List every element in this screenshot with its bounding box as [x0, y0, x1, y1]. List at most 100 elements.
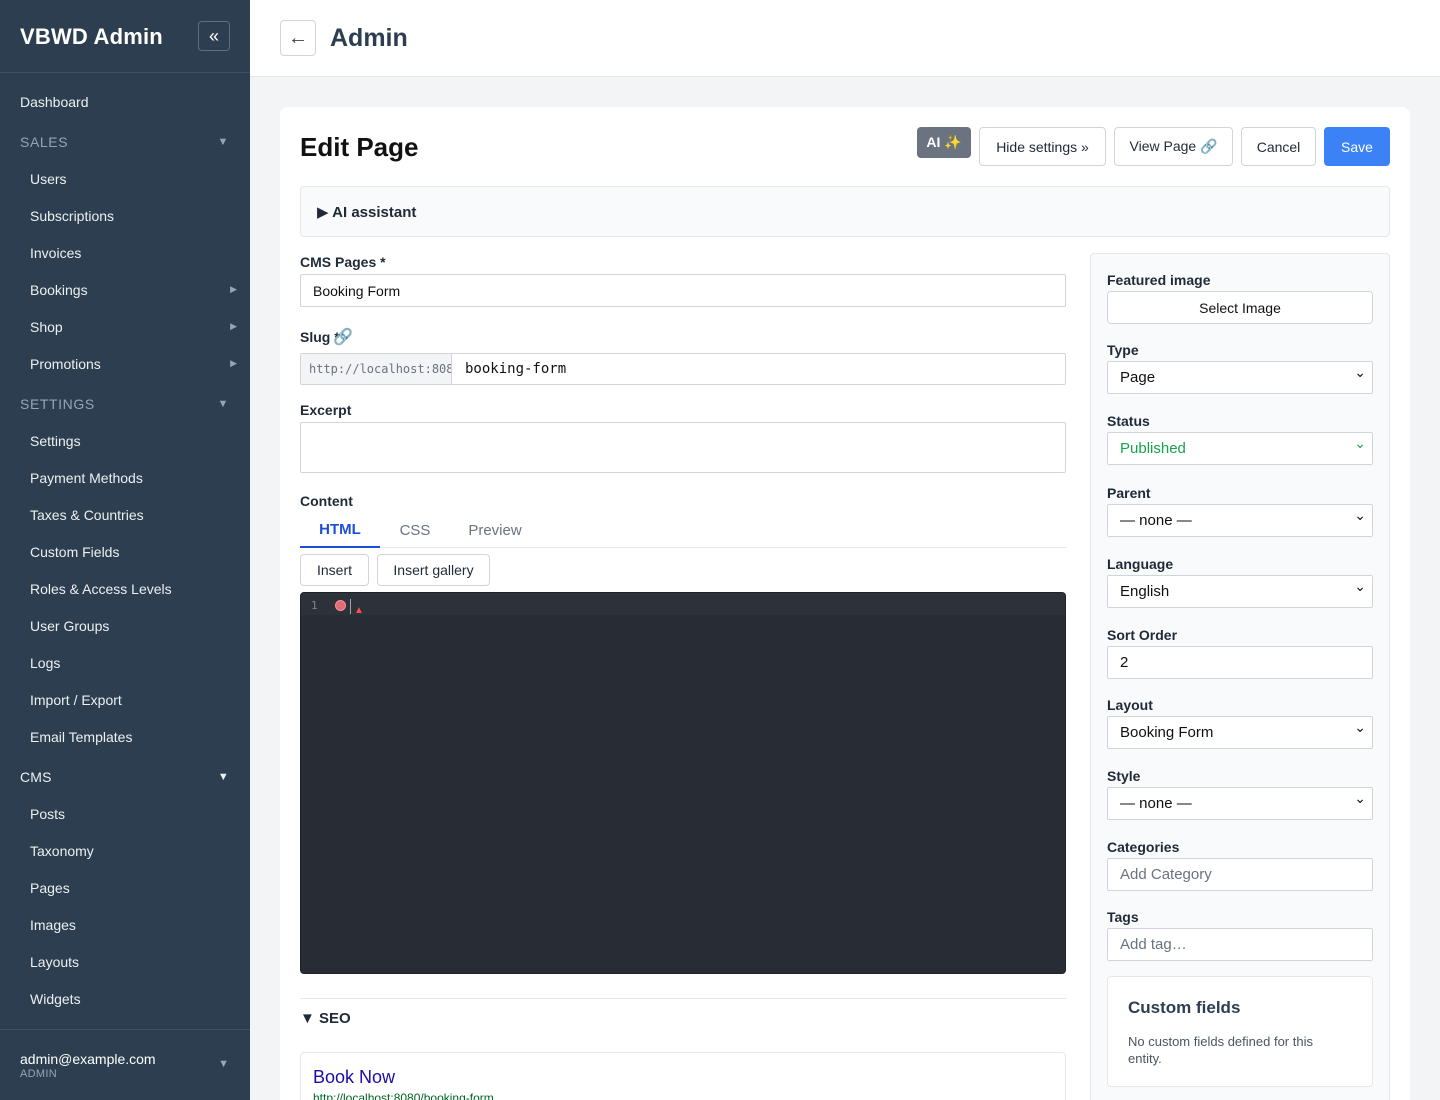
sidebar-item-logs[interactable]: Logs: [0, 644, 250, 681]
type-label: Type: [1107, 342, 1139, 358]
sidebar-item-label: Pages: [30, 879, 70, 896]
page-title: Edit Page: [300, 132, 419, 162]
user-menu[interactable]: admin@example.com ADMIN ▼: [0, 1029, 250, 1100]
seo-toggle[interactable]: ▼ SEO: [300, 1010, 351, 1027]
sidebar-item-label: User Groups: [30, 617, 110, 634]
insert-gallery-button[interactable]: Insert gallery: [377, 554, 490, 586]
sidebar-item-label: Taxes & Countries: [30, 506, 144, 523]
edit-page-card: Edit Page AI ✨ Hide settings » View Page…: [280, 107, 1410, 1100]
chevron-down-icon: ▼: [218, 1058, 229, 1070]
slug-field[interactable]: http://localhost:8080/ booking-form: [300, 353, 1066, 385]
sidebar-item-users[interactable]: Users: [0, 160, 250, 197]
layout-select[interactable]: Booking Form: [1107, 716, 1373, 749]
chevron-down-icon: ▼: [217, 770, 229, 783]
parent-select[interactable]: — none —: [1107, 504, 1373, 537]
sidebar-item-taxes-countries[interactable]: Taxes & Countries: [0, 496, 250, 533]
sidebar-item-pages[interactable]: Pages: [0, 869, 250, 906]
slug-prefix: http://localhost:8080/: [301, 354, 452, 384]
sidebar-item-user-groups[interactable]: User Groups: [0, 607, 250, 644]
line-number: 1: [311, 599, 318, 612]
type-select[interactable]: Page: [1107, 361, 1373, 394]
style-label: Style: [1107, 768, 1141, 784]
sort-order-input[interactable]: 2: [1107, 646, 1373, 679]
sidebar-item-taxonomy[interactable]: Taxonomy: [0, 832, 250, 869]
hide-settings-button[interactable]: Hide settings »: [979, 127, 1106, 166]
view-page-button[interactable]: View Page 🔗: [1114, 127, 1233, 166]
section-label: SALES: [20, 133, 69, 150]
save-button[interactable]: Save: [1324, 127, 1390, 166]
status-label: Status: [1107, 413, 1150, 429]
settings-panel: Featured image Select Image Type Page St…: [1090, 253, 1390, 1100]
slug-input[interactable]: booking-form: [465, 361, 566, 377]
sidebar-item-bookings[interactable]: Bookings ▶: [0, 271, 250, 308]
brand-title: VBWD Admin: [20, 24, 163, 49]
sidebar-section-settings[interactable]: SETTINGS ▼: [0, 385, 250, 422]
sidebar-item-dashboard[interactable]: Dashboard: [0, 83, 250, 120]
sidebar-item-label: Settings: [30, 432, 81, 449]
sidebar-item-roles-access-levels[interactable]: Roles & Access Levels: [0, 570, 250, 607]
sidebar-item-settings[interactable]: Settings: [0, 422, 250, 459]
sidebar-item-invoices[interactable]: Invoices: [0, 234, 250, 271]
tab-preview[interactable]: Preview: [450, 512, 540, 548]
user-email: admin@example.com: [20, 1051, 156, 1067]
sidebar-item-custom-fields[interactable]: Custom Fields: [0, 533, 250, 570]
layout-label: Layout: [1107, 697, 1153, 713]
chevron-down-icon: ▼: [217, 135, 229, 148]
cancel-button[interactable]: Cancel: [1241, 127, 1316, 166]
error-marker-icon: [335, 600, 346, 611]
tags-label: Tags: [1107, 909, 1139, 925]
seo-preview-url: http://localhost:8080/booking-form: [313, 1091, 494, 1100]
sidebar-item-label: Import / Export: [30, 691, 122, 708]
page-name-input[interactable]: Booking Form: [300, 274, 1066, 307]
tab-css[interactable]: CSS: [380, 512, 450, 548]
sidebar-item-label: Payment Methods: [30, 469, 143, 486]
categories-label: Categories: [1107, 839, 1180, 855]
sidebar-item-label: Layouts: [30, 953, 80, 970]
section-label: CMS: [20, 768, 52, 785]
sidebar-item-label: Roles & Access Levels: [30, 580, 172, 597]
tags-input[interactable]: Add tag…: [1107, 928, 1373, 961]
sidebar-item-promotions[interactable]: Promotions ▶: [0, 345, 250, 382]
excerpt-textarea[interactable]: [300, 422, 1066, 473]
sidebar-section-cms[interactable]: CMS ▼: [0, 758, 250, 795]
section-label: SETTINGS: [20, 395, 95, 412]
sidebar-item-label: Logs: [30, 654, 61, 671]
ai-button[interactable]: AI ✨: [917, 127, 971, 158]
categories-input[interactable]: Add Category: [1107, 858, 1373, 891]
language-select[interactable]: English: [1107, 575, 1373, 608]
sidebar-item-images[interactable]: Images: [0, 906, 250, 943]
seo-preview: Book Now http://localhost:8080/booking-f…: [300, 1052, 1066, 1100]
back-button[interactable]: ←: [280, 20, 316, 56]
editor-active-line: [301, 593, 1065, 615]
sidebar-item-email-templates[interactable]: Email Templates: [0, 718, 250, 755]
user-role: ADMIN: [20, 1068, 57, 1080]
code-editor[interactable]: 1 ▲: [300, 592, 1066, 974]
insert-button[interactable]: Insert: [300, 554, 369, 586]
sidebar-item-payment-methods[interactable]: Payment Methods: [0, 459, 250, 496]
error-squiggle-icon: ▲: [354, 605, 364, 616]
sidebar-section-sales[interactable]: SALES ▼: [0, 123, 250, 160]
seo-preview-title: Book Now: [313, 1067, 396, 1087]
sidebar-item-layouts[interactable]: Layouts: [0, 943, 250, 980]
select-image-button[interactable]: Select Image: [1107, 291, 1373, 324]
ai-assistant-panel[interactable]: ▶ AI assistant: [300, 186, 1390, 237]
header-title: Admin: [330, 24, 408, 52]
top-bar: ← Admin: [250, 0, 1440, 77]
sidebar-item-import-export[interactable]: Import / Export: [0, 681, 250, 718]
sidebar-header: VBWD Admin «: [0, 0, 250, 73]
sidebar-item-posts[interactable]: Posts: [0, 795, 250, 832]
status-select[interactable]: Published: [1107, 432, 1373, 465]
collapse-sidebar-button[interactable]: «: [198, 21, 230, 51]
style-select[interactable]: — none —: [1107, 787, 1373, 820]
sidebar-item-shop[interactable]: Shop ▶: [0, 308, 250, 345]
chevron-right-icon: ▶: [230, 358, 237, 368]
sidebar-item-widgets[interactable]: Widgets: [0, 980, 250, 1017]
chevron-right-icon: ▶: [230, 321, 237, 331]
sidebar-item-label: Custom Fields: [30, 543, 120, 560]
ai-assistant-toggle[interactable]: ▶ AI assistant: [317, 203, 416, 221]
sidebar-item-label: Users: [30, 170, 67, 187]
link-icon[interactable]: 🔗: [333, 327, 353, 347]
tab-html[interactable]: HTML: [300, 512, 380, 548]
custom-fields-box: Custom fields No custom fields defined f…: [1107, 976, 1373, 1087]
sidebar-item-subscriptions[interactable]: Subscriptions: [0, 197, 250, 234]
